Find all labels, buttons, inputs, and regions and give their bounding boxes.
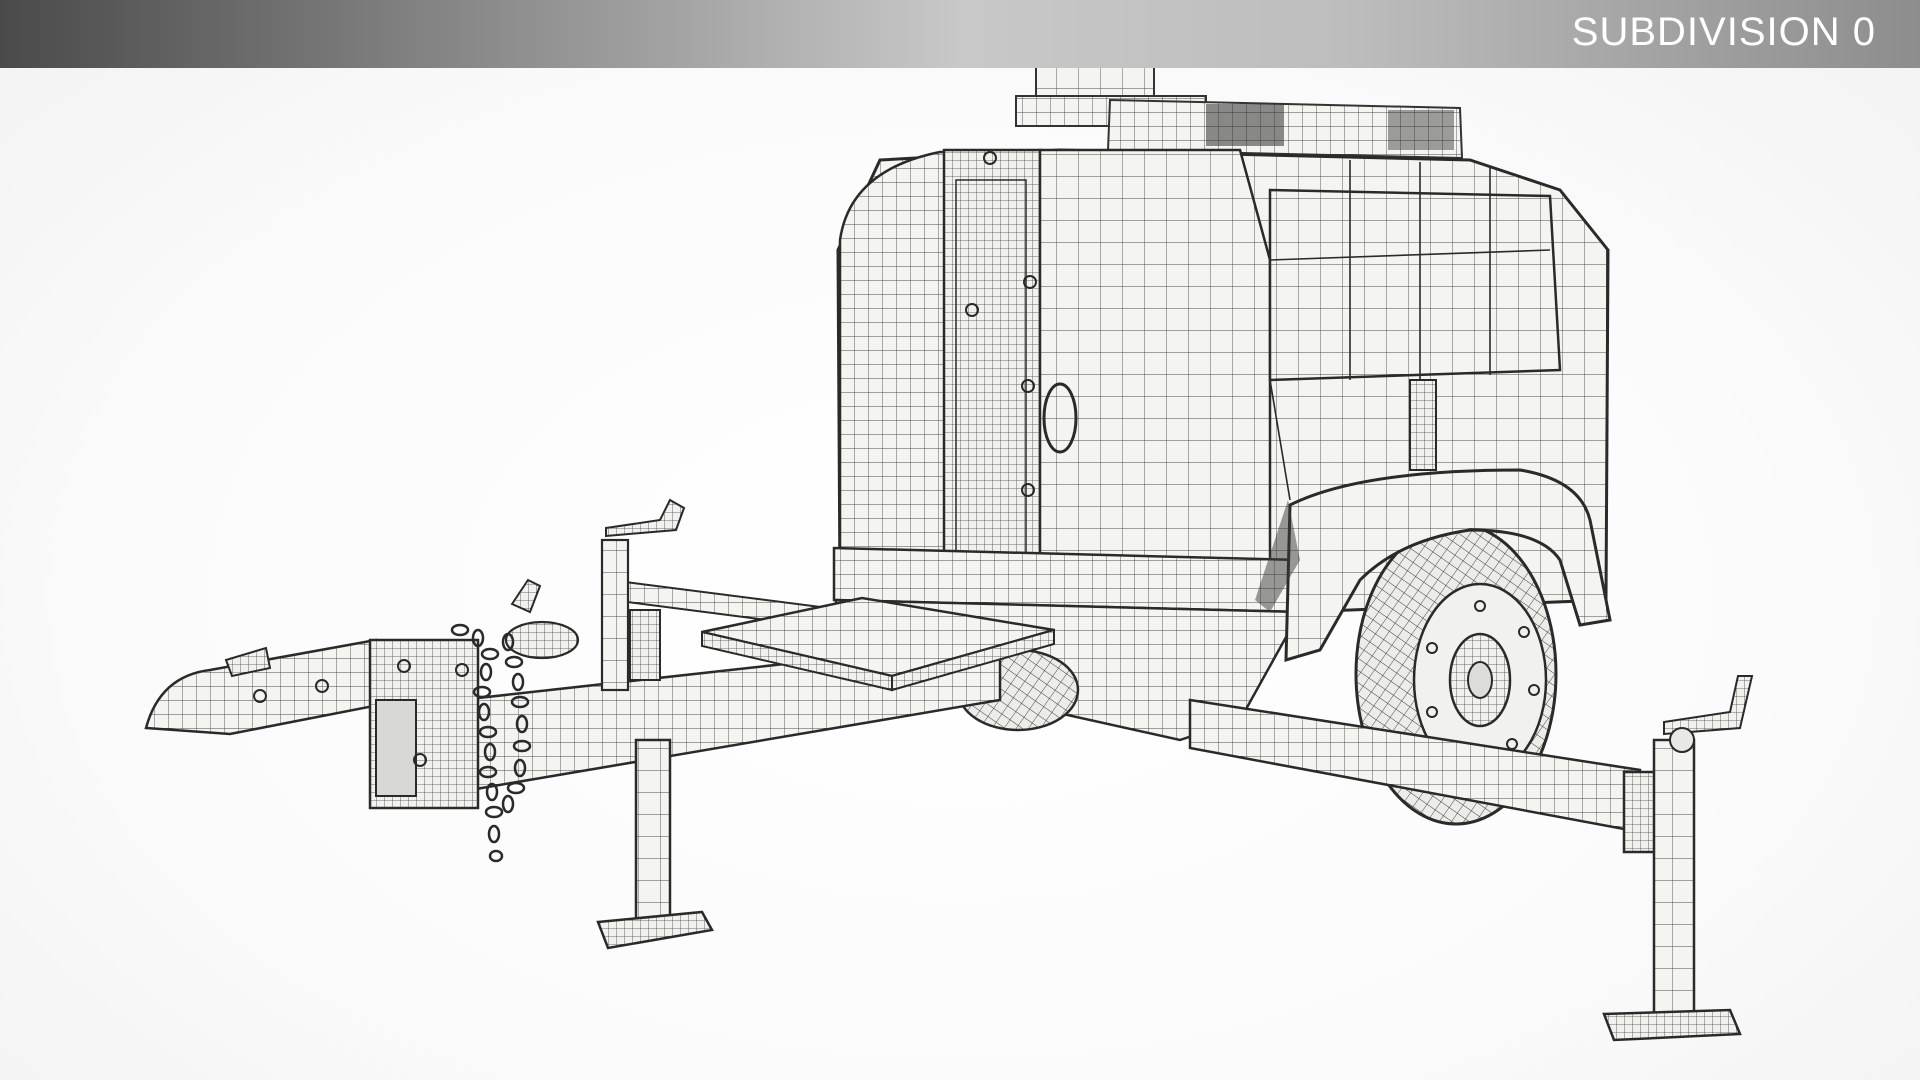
right-jack-stand xyxy=(1602,675,1754,1042)
viewport: SUBDIVISION 0 xyxy=(0,0,1920,1080)
wireframe-model-render xyxy=(144,0,1754,1042)
subdivision-label: SUBDIVISION 0 xyxy=(1571,10,1876,54)
hitch-plate xyxy=(368,638,480,810)
front-jack-stand xyxy=(596,738,714,950)
jockey-clamp xyxy=(504,578,580,660)
tow-coupler xyxy=(144,638,386,736)
top-banner: SUBDIVISION 0 xyxy=(0,0,1920,68)
